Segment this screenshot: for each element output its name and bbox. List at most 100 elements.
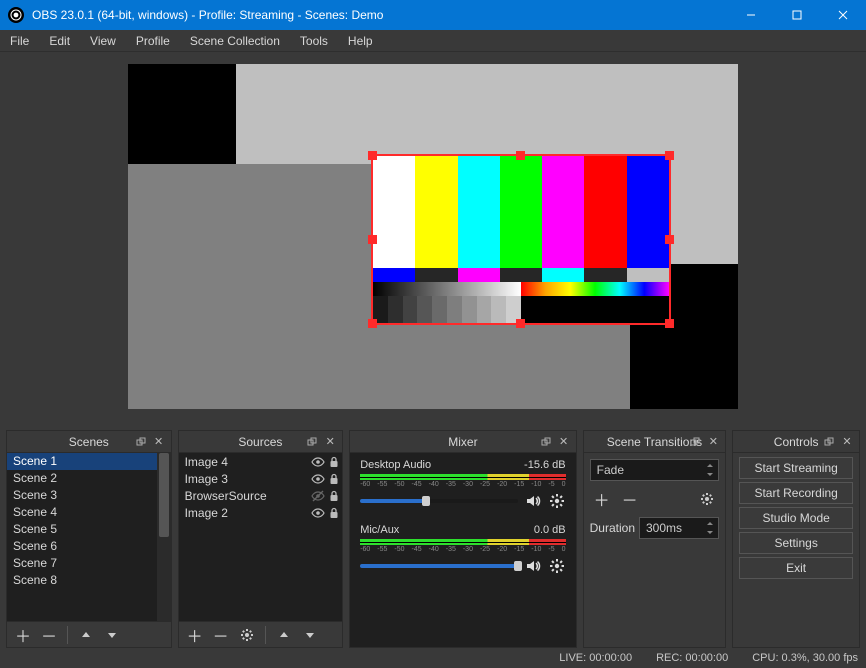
source-remove-button[interactable]: － — [209, 623, 233, 647]
scene-row[interactable]: Scene 5 — [7, 521, 171, 538]
sources-list[interactable]: Image 4Image 3 BrowserSourceImage 2 — [179, 453, 343, 621]
source-add-button[interactable]: ＋ — [183, 623, 207, 647]
source-lock-icon[interactable] — [326, 505, 342, 521]
menu-profile[interactable]: Profile — [126, 30, 180, 52]
mixer-channel-name: Mic/Aux — [360, 524, 399, 536]
source-row[interactable]: Image 4 — [179, 453, 343, 470]
control-studio-mode-button[interactable]: Studio Mode — [739, 507, 853, 529]
transitions-header: Scene Transitions ✕ — [584, 431, 726, 453]
scenes-list[interactable]: Scene 1Scene 2Scene 3Scene 4Scene 5Scene… — [7, 453, 171, 621]
source-name-label: BrowserSource — [185, 489, 311, 503]
mixer-header-label: Mixer — [448, 435, 477, 449]
transition-duration-value: 300ms — [646, 521, 682, 535]
menu-edit[interactable]: Edit — [39, 30, 80, 52]
source-visibility-icon[interactable] — [310, 471, 326, 487]
scenes-dock: Scenes ✕ Scene 1Scene 2Scene 3Scene 4Sce… — [6, 430, 172, 648]
preview-area — [0, 52, 866, 430]
scenes-scrollbar[interactable] — [157, 453, 171, 621]
resize-handle-w[interactable] — [368, 235, 377, 244]
controls-popout-icon[interactable] — [821, 434, 837, 450]
source-lock-icon[interactable] — [326, 488, 342, 504]
scene-remove-button[interactable]: － — [37, 623, 61, 647]
mixer-channel: Mic/Aux0.0 dB-60-55-50-45-40-35-30-25-20… — [350, 518, 575, 583]
sources-popout-icon[interactable] — [304, 434, 320, 450]
preview-canvas[interactable] — [128, 64, 738, 409]
dock-area: Scenes ✕ Scene 1Scene 2Scene 3Scene 4Sce… — [0, 430, 866, 648]
minimize-button[interactable] — [728, 0, 774, 30]
control-exit-button[interactable]: Exit — [739, 557, 853, 579]
control-start-streaming-button[interactable]: Start Streaming — [739, 457, 853, 479]
source-layer-image3-selected[interactable] — [373, 156, 669, 323]
mixer-settings-icon[interactable] — [548, 557, 566, 575]
mixer-close-icon[interactable]: ✕ — [556, 434, 572, 450]
resize-handle-n[interactable] — [516, 151, 525, 160]
transition-select[interactable]: Fade — [590, 459, 720, 481]
scene-add-button[interactable]: ＋ — [11, 623, 35, 647]
scenes-close-icon[interactable]: ✕ — [151, 434, 167, 450]
menu-help[interactable]: Help — [338, 30, 383, 52]
transition-duration-input[interactable]: 300ms — [639, 517, 719, 539]
transition-select-value: Fade — [597, 463, 624, 477]
scene-down-button[interactable] — [100, 623, 124, 647]
menu-view[interactable]: View — [80, 30, 126, 52]
resize-handle-se[interactable] — [665, 319, 674, 328]
scenes-popout-icon[interactable] — [133, 434, 149, 450]
mixer-dock: Mixer ✕ Desktop Audio-15.6 dB-60-55-50-4… — [349, 430, 576, 648]
sources-toolbar: ＋ － — [179, 621, 343, 647]
source-row[interactable]: Image 2 — [179, 504, 343, 521]
menu-scene-collection[interactable]: Scene Collection — [180, 30, 290, 52]
transition-props-button[interactable] — [695, 487, 719, 511]
scene-row[interactable]: Scene 1 — [7, 453, 171, 470]
controls-header: Controls ✕ — [733, 431, 859, 453]
source-visibility-icon[interactable] — [310, 488, 326, 504]
scene-row[interactable]: Scene 8 — [7, 572, 171, 589]
source-lock-icon[interactable] — [326, 471, 342, 487]
resize-handle-nw[interactable] — [368, 151, 377, 160]
mixer-volume-slider[interactable] — [360, 559, 517, 573]
resize-handle-sw[interactable] — [368, 319, 377, 328]
source-visibility-icon[interactable] — [310, 454, 326, 470]
scene-row[interactable]: Scene 6 — [7, 538, 171, 555]
source-props-button[interactable] — [235, 623, 259, 647]
maximize-button[interactable] — [774, 0, 820, 30]
source-down-button[interactable] — [298, 623, 322, 647]
scene-row[interactable]: Scene 2 — [7, 470, 171, 487]
scene-row[interactable]: Scene 4 — [7, 504, 171, 521]
resize-handle-e[interactable] — [665, 235, 674, 244]
menu-tools[interactable]: Tools — [290, 30, 338, 52]
sources-close-icon[interactable]: ✕ — [322, 434, 338, 450]
resize-handle-ne[interactable] — [665, 151, 674, 160]
mixer-popout-icon[interactable] — [538, 434, 554, 450]
transitions-close-icon[interactable]: ✕ — [705, 434, 721, 450]
mixer-ticks: -60-55-50-45-40-35-30-25-20-15-10-50 — [360, 546, 565, 553]
mixer-channel: Desktop Audio-15.6 dB-60-55-50-45-40-35-… — [350, 453, 575, 518]
window-title: OBS 23.0.1 (64-bit, windows) - Profile: … — [32, 8, 728, 22]
scene-row[interactable]: Scene 3 — [7, 487, 171, 504]
close-button[interactable] — [820, 0, 866, 30]
sources-header: Sources ✕ — [179, 431, 343, 453]
source-up-button[interactable] — [272, 623, 296, 647]
scene-row[interactable]: Scene 7 — [7, 555, 171, 572]
status-cpu: CPU: 0.3%, 30.00 fps — [752, 652, 858, 664]
control-settings-button[interactable]: Settings — [739, 532, 853, 554]
source-visibility-icon[interactable] — [310, 505, 326, 521]
mixer-header: Mixer ✕ — [350, 431, 575, 453]
transition-add-button[interactable]: ＋ — [590, 487, 614, 511]
controls-close-icon[interactable]: ✕ — [839, 434, 855, 450]
mixer-mute-icon[interactable] — [524, 492, 542, 510]
transitions-popout-icon[interactable] — [687, 434, 703, 450]
mixer-settings-icon[interactable] — [548, 492, 566, 510]
transition-duration-label: Duration — [590, 521, 635, 535]
mixer-mute-icon[interactable] — [524, 557, 542, 575]
scenes-header: Scenes ✕ — [7, 431, 171, 453]
source-row[interactable]: BrowserSource — [179, 487, 343, 504]
scene-up-button[interactable] — [74, 623, 98, 647]
control-start-recording-button[interactable]: Start Recording — [739, 482, 853, 504]
transition-remove-button[interactable]: － — [618, 487, 642, 511]
mixer-volume-slider[interactable] — [360, 494, 517, 508]
source-lock-icon[interactable] — [326, 454, 342, 470]
menu-file[interactable]: File — [0, 30, 39, 52]
resize-handle-s[interactable] — [516, 319, 525, 328]
transitions-body: Fade ＋ － Duration 300ms — [584, 453, 726, 647]
source-row[interactable]: Image 3 — [179, 470, 343, 487]
